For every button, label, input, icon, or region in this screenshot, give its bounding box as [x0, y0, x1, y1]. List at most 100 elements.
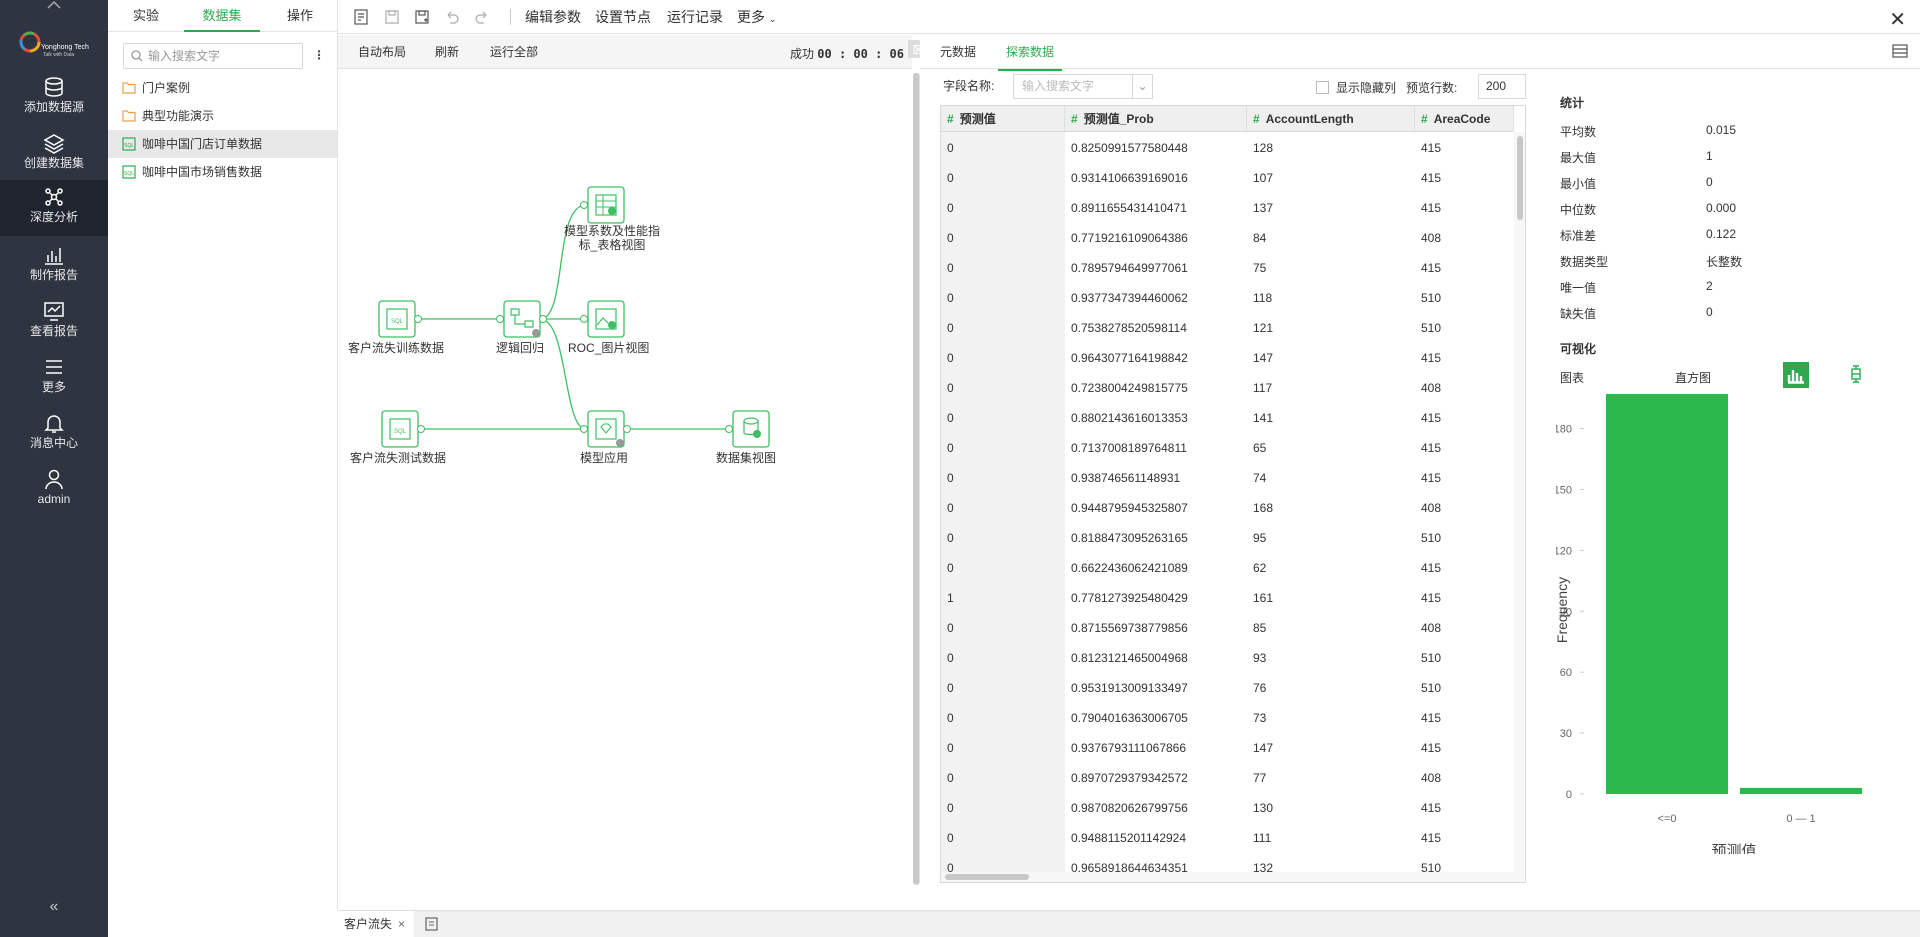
canvas-scrollbar[interactable]	[912, 69, 920, 889]
table-row[interactable]: 0 0.8123121465004968 93 510	[941, 643, 1513, 673]
table-row[interactable]: 0 0.8188473095263165 95 510	[941, 523, 1513, 553]
table-row[interactable]: 0 0.8911655431410471 137 415	[941, 193, 1513, 223]
set-node-button[interactable]: 设置节点	[595, 0, 651, 34]
preview-rows-input[interactable]: 200	[1478, 74, 1526, 99]
toolbar: 编辑参数 设置节点 运行记录 更多 ⌄ ✕	[338, 0, 1920, 34]
table-cell: 415	[1421, 171, 1442, 185]
table-row[interactable]: 0 0.7538278520598114 121 510	[941, 313, 1513, 343]
column-header[interactable]: # 预测值	[941, 106, 1065, 132]
table-cell: 75	[1253, 261, 1267, 275]
tab-experiment[interactable]: 实验	[108, 0, 184, 32]
collapse-nav-button[interactable]: «	[44, 898, 64, 916]
field-search-placeholder: 输入搜索文字	[1022, 79, 1095, 93]
table-row[interactable]: 0 0.9643077164198842 147 415	[941, 343, 1513, 373]
nav-add-datasource[interactable]: 添加数据源	[0, 70, 108, 124]
new-tab-icon[interactable]	[424, 916, 440, 932]
y-tick-label: 30	[1560, 728, 1572, 740]
table-row[interactable]: 0 0.938746561148931 74 415	[941, 463, 1513, 493]
node-label-dataset-view: 数据集视图	[716, 451, 777, 465]
menu-icon	[46, 360, 62, 374]
node-train-data: SQL	[378, 300, 422, 338]
table-cell: 408	[1421, 231, 1442, 245]
scrollbar-thumb[interactable]	[913, 73, 920, 885]
y-tick-label: 60	[1560, 667, 1572, 679]
table-row[interactable]: 0 0.8970729379342572 77 408	[941, 763, 1513, 793]
table-cell: 73	[1253, 711, 1267, 725]
table-row[interactable]: 0 0.7719216109064386 84 408	[941, 223, 1513, 253]
table-row[interactable]: 0 0.7895794649977061 75 415	[941, 253, 1513, 283]
workflow-canvas[interactable]: SQL SQL 客户流失训练数据 逻辑回归 模型系数及性能指 标_表格视图 RO…	[338, 69, 912, 910]
list-item[interactable]: 门户案例	[108, 74, 337, 102]
column-header-label: 预测值	[959, 112, 996, 126]
table-cell: 0	[947, 141, 954, 155]
list-item[interactable]: 典型功能演示	[108, 102, 337, 130]
table-row[interactable]: 0 0.7238004249815775 117 408	[941, 373, 1513, 403]
stat-value: 0.015	[1706, 123, 1737, 137]
table-row[interactable]: 0 0.9488115201142924 111 415	[941, 823, 1513, 853]
nav-message-center[interactable]: 消息中心	[0, 406, 108, 460]
column-header[interactable]: # AccountLength	[1247, 106, 1415, 132]
table-vertical-scrollbar[interactable]	[1514, 132, 1525, 882]
panel-menu-icon[interactable]	[1892, 44, 1908, 58]
nav-create-dataset[interactable]: 创建数据集	[0, 126, 108, 180]
table-cell: 107	[1253, 171, 1274, 185]
list-item[interactable]: SQL 咖啡中国市场销售数据	[108, 158, 337, 186]
refresh-button[interactable]: 刷新	[435, 35, 459, 69]
scrollbar-thumb[interactable]	[1517, 136, 1523, 220]
table-row[interactable]: 0 0.9448795945325807 168 408	[941, 493, 1513, 523]
nav-deep-analysis[interactable]: 深度分析	[0, 180, 108, 236]
table-row[interactable]: 0 0.7904016363006705 73 415	[941, 703, 1513, 733]
undo-icon[interactable]	[444, 9, 460, 25]
list-item[interactable]: SQL 咖啡中国门店订单数据	[108, 130, 337, 158]
table-row[interactable]: 0 0.9531913009133497 76 510	[941, 673, 1513, 703]
tab-explore-data[interactable]: 探索数据	[998, 35, 1063, 71]
redo-icon[interactable]	[474, 9, 490, 25]
nav-user[interactable]: admin	[0, 462, 108, 516]
column-header[interactable]: # 预测值_Prob	[1065, 106, 1247, 132]
nav-make-report[interactable]: 制作报告	[0, 238, 108, 292]
scrollbar-thumb[interactable]	[945, 874, 1029, 880]
column-header[interactable]: # AreaCode	[1415, 106, 1514, 132]
list-item-label: 咖啡中国门店订单数据	[142, 137, 263, 151]
edit-params-button[interactable]: 编辑参数	[525, 0, 581, 34]
stat-row: 数据类型 长整数	[1560, 253, 1860, 270]
close-icon[interactable]: ✕	[1889, 7, 1906, 32]
table-row[interactable]: 0 0.8250991577580448 128 415	[941, 133, 1513, 163]
run-log-button[interactable]: 运行记录	[667, 0, 723, 34]
table-cell: 0	[947, 471, 954, 485]
table-row[interactable]: 0 0.9376793111067866 147 415	[941, 733, 1513, 763]
dataset-search-input[interactable]: 输入搜索文字	[123, 43, 303, 69]
tab-customer-churn[interactable]: 客户流失 ×	[338, 911, 414, 937]
tab-operation[interactable]: 操作	[262, 0, 338, 32]
table-row[interactable]: 0 0.8715569738779856 85 408	[941, 613, 1513, 643]
table-row[interactable]: 0 0.8802143616013353 141 415	[941, 403, 1513, 433]
more-button[interactable]: 更多 ⌄	[737, 0, 776, 36]
run-all-button[interactable]: 运行全部	[490, 35, 538, 69]
table-row[interactable]: 1 0.7781273925480429 161 415	[941, 583, 1513, 613]
y-tick-label: 0	[1566, 789, 1572, 801]
close-tab-icon[interactable]: ×	[398, 911, 405, 937]
table-row[interactable]: 0 0.9377347394460062 118 510	[941, 283, 1513, 313]
nav-view-report[interactable]: 查看报告	[0, 294, 108, 348]
table-horizontal-scrollbar[interactable]	[941, 872, 1514, 882]
table-row[interactable]: 0 0.9870820626799756 130 415	[941, 793, 1513, 823]
table-cell: 141	[1253, 411, 1274, 425]
table-row[interactable]: 0 0.6622436062421089 62 415	[941, 553, 1513, 583]
tab-metadata[interactable]: 元数据	[940, 35, 976, 69]
save-icon[interactable]	[384, 9, 400, 25]
table-row[interactable]: 0 0.9314106639169016 107 415	[941, 163, 1513, 193]
chevron-up-icon[interactable]	[44, 0, 64, 10]
new-experiment-icon[interactable]	[353, 9, 369, 25]
run-status: 成功 00 : 00 : 06	[790, 35, 904, 73]
table-row[interactable]: 0 0.7137008189764811 65 415	[941, 433, 1513, 463]
tab-dataset[interactable]: 数据集	[184, 0, 260, 32]
show-hidden-checkbox[interactable]	[1316, 81, 1329, 94]
nav-more[interactable]: 更多	[0, 350, 108, 404]
field-search-input[interactable]: 输入搜索文字 ⌄	[1013, 74, 1153, 99]
numeric-type-icon: #	[1421, 112, 1428, 126]
chevron-down-icon[interactable]: ⌄	[1132, 75, 1152, 98]
more-options-icon[interactable]: ⋮	[313, 46, 325, 64]
auto-layout-button[interactable]: 自动布局	[358, 35, 406, 69]
boxplot-icon[interactable]	[1846, 364, 1866, 384]
save-as-icon[interactable]	[414, 9, 430, 25]
